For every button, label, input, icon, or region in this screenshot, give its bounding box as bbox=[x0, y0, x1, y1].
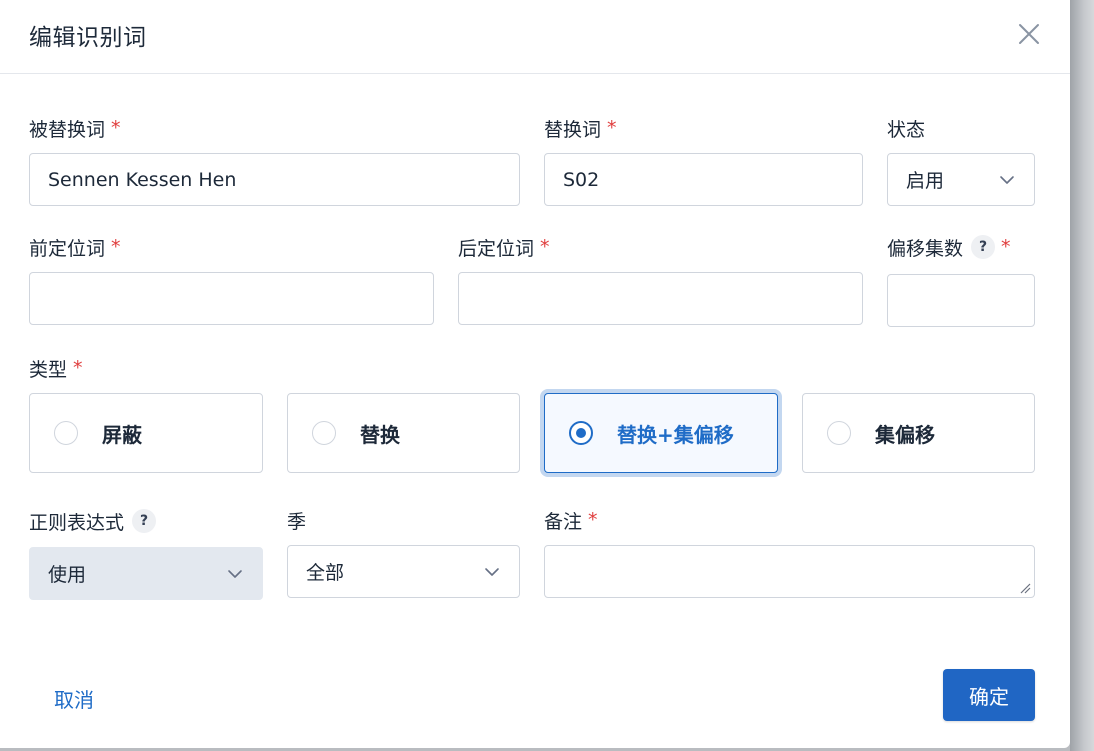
radio-button[interactable] bbox=[54, 421, 78, 445]
season-value: 全部 bbox=[306, 562, 345, 584]
suffix-locator-input[interactable] bbox=[458, 272, 863, 325]
replacement-word-label: 替换词 * bbox=[544, 114, 617, 142]
chevron-down-icon bbox=[228, 570, 242, 578]
replacement-word-input[interactable]: S02 bbox=[544, 153, 863, 206]
replacement-word-label-text: 替换词 bbox=[544, 118, 602, 141]
help-icon[interactable]: ? bbox=[971, 235, 996, 259]
resize-handle-icon[interactable] bbox=[1019, 582, 1031, 594]
season-select[interactable]: 全部 bbox=[287, 545, 520, 598]
replaced-word-label: 被替换词 * bbox=[29, 114, 121, 142]
season-label: 季 bbox=[287, 506, 306, 534]
replaced-word-label-text: 被替换词 bbox=[29, 118, 106, 141]
type-option-label: 替换+集偏移 bbox=[617, 422, 734, 447]
replaced-word-input[interactable]: Sennen Kessen Hen bbox=[29, 153, 520, 206]
required-mark: * bbox=[588, 509, 598, 531]
suffix-locator-label: 后定位词 * bbox=[458, 233, 550, 261]
remark-label-text: 备注 bbox=[544, 510, 583, 533]
required-mark: * bbox=[111, 117, 121, 139]
required-mark: * bbox=[111, 236, 121, 258]
regex-label-text: 正则表达式 bbox=[29, 511, 125, 534]
prefix-locator-input[interactable] bbox=[29, 272, 434, 325]
type-label: 类型 * bbox=[29, 354, 83, 382]
regex-label: 正则表达式 ? bbox=[29, 507, 157, 535]
dialog-title: 编辑识别词 bbox=[29, 25, 147, 51]
dialog-header: 编辑识别词 bbox=[0, 0, 1070, 74]
replacement-word-value: S02 bbox=[563, 168, 600, 191]
type-option-replace-offset[interactable]: 替换+集偏移 bbox=[544, 393, 778, 473]
type-option-label: 替换 bbox=[360, 422, 400, 447]
type-option-replace[interactable]: 替换 bbox=[287, 393, 520, 473]
status-value: 启用 bbox=[906, 170, 945, 192]
type-option-label: 屏蔽 bbox=[102, 422, 142, 447]
remark-textarea[interactable] bbox=[544, 545, 1035, 598]
required-mark: * bbox=[1001, 236, 1011, 258]
status-label: 状态 bbox=[887, 114, 925, 142]
type-option-offset[interactable]: 集偏移 bbox=[802, 393, 1035, 473]
status-select[interactable]: 启用 bbox=[887, 153, 1035, 206]
help-icon[interactable]: ? bbox=[132, 509, 157, 533]
chevron-down-icon bbox=[485, 568, 499, 576]
type-option-label: 集偏移 bbox=[875, 422, 935, 447]
required-mark: * bbox=[607, 117, 617, 139]
radio-button[interactable] bbox=[312, 421, 336, 445]
suffix-locator-label-text: 后定位词 bbox=[458, 237, 535, 260]
episode-offset-input[interactable] bbox=[887, 274, 1035, 327]
type-option-block[interactable]: 屏蔽 bbox=[29, 393, 263, 473]
close-button[interactable] bbox=[1014, 19, 1044, 49]
close-icon bbox=[1019, 24, 1039, 44]
radio-button-selected[interactable] bbox=[569, 421, 593, 445]
prefix-locator-label: 前定位词 * bbox=[29, 233, 121, 261]
episode-offset-label-text: 偏移集数 bbox=[887, 237, 964, 260]
remark-label: 备注 * bbox=[544, 506, 598, 534]
replaced-word-value: Sennen Kessen Hen bbox=[48, 168, 237, 191]
backdrop bbox=[1070, 0, 1094, 751]
required-mark: * bbox=[540, 236, 550, 258]
radio-dot bbox=[576, 428, 586, 438]
regex-value: 使用 bbox=[48, 564, 87, 586]
regex-select[interactable]: 使用 bbox=[29, 547, 263, 600]
season-label-text: 季 bbox=[287, 510, 307, 533]
type-label-text: 类型 bbox=[29, 358, 68, 381]
confirm-button[interactable]: 确定 bbox=[943, 669, 1035, 721]
chevron-down-icon bbox=[1000, 176, 1014, 184]
prefix-locator-label-text: 前定位词 bbox=[29, 237, 106, 260]
radio-button[interactable] bbox=[827, 421, 851, 445]
episode-offset-label: 偏移集数 ? * bbox=[887, 233, 1011, 261]
edit-recognition-word-dialog: 编辑识别词 被替换词 * Sennen Kessen Hen 替换词 * S02… bbox=[0, 0, 1070, 748]
status-label-text: 状态 bbox=[887, 118, 926, 141]
cancel-button[interactable]: 取消 bbox=[54, 684, 94, 713]
required-mark: * bbox=[73, 357, 83, 379]
